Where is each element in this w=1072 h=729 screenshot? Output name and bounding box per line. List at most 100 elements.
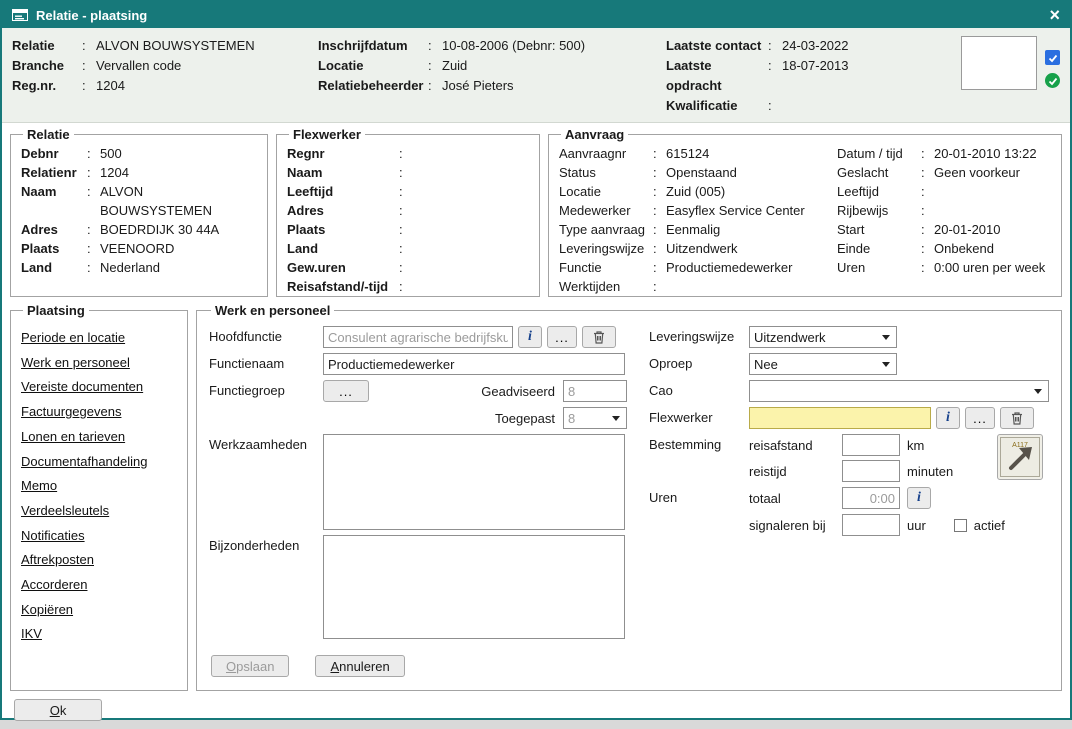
blue-checkbox-icon[interactable] [1045, 50, 1060, 65]
start-value: 20-01-2010 [934, 220, 1051, 239]
locatie-value: Zuid [442, 56, 666, 76]
info-icon: i [528, 329, 532, 345]
menu-item-lonen-en-tarieven[interactable]: Lonen en tarieven [21, 425, 125, 450]
laatste-contact-value: 24-03-2022 [782, 36, 961, 56]
av-locatie-value: Zuid (005) [666, 182, 837, 201]
fw-naam-value [412, 163, 529, 182]
toegepast-select[interactable]: 8 [563, 407, 627, 429]
fw-land-value [412, 239, 529, 258]
main-content: Relatie Debnr500 Relatienr1204 NaamALVON… [2, 123, 1070, 729]
menu-item-notificaties[interactable]: Notificaties [21, 524, 85, 549]
uren-value: 0:00 uren per week [934, 258, 1051, 277]
dialog-footer: Ok [10, 691, 1062, 729]
top-row: Relatie Debnr500 Relatienr1204 NaamALVON… [10, 127, 1062, 297]
menu-item-documentafhandeling[interactable]: Documentafhandeling [21, 450, 147, 475]
annuleren-button[interactable]: Annuleren [315, 655, 404, 677]
plaats-value: VEENOORD [100, 239, 257, 258]
oproep-select[interactable]: Nee [749, 353, 897, 375]
flexwerker-info-button[interactable]: i [936, 407, 960, 429]
menu-item-kopieren[interactable]: Kopiëren [21, 598, 73, 623]
geadviseerd-input [563, 380, 627, 402]
fw-reisafstand-value [412, 277, 529, 296]
signaleren-bij-label: signaleren bij [749, 518, 835, 533]
einde-value: Onbekend [934, 239, 1051, 258]
laatste-opdracht-value: 18-07-2013 [782, 56, 961, 96]
plaatsing-panel: Plaatsing Periode en locatie Werk en per… [10, 303, 188, 691]
bottom-row: Plaatsing Periode en locatie Werk en per… [10, 303, 1062, 691]
menu-item-memo[interactable]: Memo [21, 474, 57, 499]
menu-item-werk-en-personeel[interactable]: Werk en personeel [21, 351, 130, 376]
route-planner-icon: A117 [1000, 437, 1040, 477]
hoofdfunctie-delete-button[interactable] [582, 326, 616, 348]
hoofdfunctie-info-button[interactable]: i [518, 326, 542, 348]
reistijd-label: reistijd [749, 464, 835, 479]
menu-item-periode-en-locatie[interactable]: Periode en locatie [21, 326, 125, 351]
actief-checkbox[interactable] [954, 519, 967, 532]
chevron-down-icon [1034, 389, 1042, 394]
opslaan-button[interactable]: Opslaan [211, 655, 289, 677]
trash-icon [1011, 411, 1023, 425]
ok-button[interactable]: Ok [14, 699, 102, 721]
functiegroep-browse-button[interactable]: ... [323, 380, 369, 402]
route-planner-button[interactable]: A117 [997, 434, 1043, 480]
kwalificatie-value [782, 96, 961, 116]
relation-summary-header: RelatieALVON BOUWSYSTEMEN BrancheVervall… [2, 28, 1070, 123]
regnr-value: 1204 [96, 76, 318, 96]
uren-totaal-input [842, 487, 900, 509]
menu-item-ikv[interactable]: IKV [21, 622, 42, 647]
flexwerker-input[interactable] [749, 407, 931, 429]
relatie-plaatsing-window: Relatie - plaatsing × RelatieALVON BOUWS… [0, 0, 1072, 720]
reisafstand-input[interactable] [842, 434, 900, 456]
land-value: Nederland [100, 258, 257, 277]
relatiebeheerder-value: José Pieters [442, 76, 666, 96]
flexwerker-delete-button[interactable] [1000, 407, 1034, 429]
flexwerker-browse-button[interactable]: ... [965, 407, 995, 429]
menu-item-verdeelsleutels[interactable]: Verdeelsleutels [21, 499, 109, 524]
werk-form-left: Hoofdfunctie i ... Functienaam [209, 326, 639, 639]
menu-item-aftrekposten[interactable]: Aftrekposten [21, 548, 94, 573]
relatienr-value: 1204 [100, 163, 257, 182]
chevron-down-icon [612, 416, 620, 421]
functie-value: Productiemedewerker [666, 258, 837, 277]
chevron-down-icon [882, 362, 890, 367]
leveringswijze-select[interactable]: Uitzendwerk [749, 326, 897, 348]
totaal-label: totaal [749, 491, 835, 506]
ellipsis-icon: ... [973, 411, 987, 426]
uur-unit: uur [907, 518, 926, 533]
bijzonderheden-textarea[interactable] [323, 535, 625, 639]
functienaam-input[interactable] [323, 353, 625, 375]
flexwerker-details: Regnr Naam Leeftijd Adres Plaats Land Ge… [287, 144, 529, 296]
header-column-2: Inschrijfdatum10-08-2006 (Debnr: 500) Lo… [318, 36, 666, 116]
header-status-icons [1045, 36, 1060, 116]
av-leeftijd-value [934, 182, 1051, 201]
menu-item-vereiste-documenten[interactable]: Vereiste documenten [21, 375, 143, 400]
header-column-3: Laatste contact24-03-2022 Laatste opdrac… [666, 36, 961, 116]
relation-photo-placeholder [961, 36, 1037, 90]
werk-form-right: Leveringswijze Uitzendwerk Oproep Nee [649, 326, 1049, 639]
menu-item-accorderen[interactable]: Accorderen [21, 573, 87, 598]
type-aanvraag-value: Eenmalig [666, 220, 837, 239]
hoofdfunctie-input[interactable] [323, 326, 513, 348]
werkzaamheden-textarea[interactable] [323, 434, 625, 530]
green-check-icon[interactable] [1045, 73, 1060, 88]
actief-label: actief [974, 518, 1005, 533]
geslacht-value: Geen voorkeur [934, 163, 1051, 182]
ellipsis-icon: ... [555, 330, 569, 345]
cao-select[interactable] [749, 380, 1049, 402]
medewerker-value: Easyflex Service Center [666, 201, 837, 220]
flexwerker-panel: Flexwerker Regnr Naam Leeftijd Adres Pla… [276, 127, 540, 297]
uren-info-button[interactable]: i [907, 487, 931, 509]
signaleren-bij-input[interactable] [842, 514, 900, 536]
aanvraagnr-value: 615124 [666, 144, 837, 163]
inschrijfdatum-value: 10-08-2006 (Debnr: 500) [442, 36, 666, 56]
reistijd-input[interactable] [842, 460, 900, 482]
menu-item-factuurgegevens[interactable]: Factuurgegevens [21, 400, 121, 425]
window-title: Relatie - plaatsing [36, 8, 147, 23]
info-icon: i [946, 410, 950, 426]
hoofdfunctie-browse-button[interactable]: ... [547, 326, 577, 348]
geadviseerd-label: Geadviseerd [481, 384, 555, 399]
ellipsis-icon: ... [339, 384, 353, 399]
aanvraag-details-right: Datum / tijd20-01-2010 13:22 GeslachtGee… [837, 144, 1051, 296]
close-icon[interactable]: × [1049, 6, 1060, 24]
relatie-details: Debnr500 Relatienr1204 NaamALVON BOUWSYS… [21, 144, 257, 277]
